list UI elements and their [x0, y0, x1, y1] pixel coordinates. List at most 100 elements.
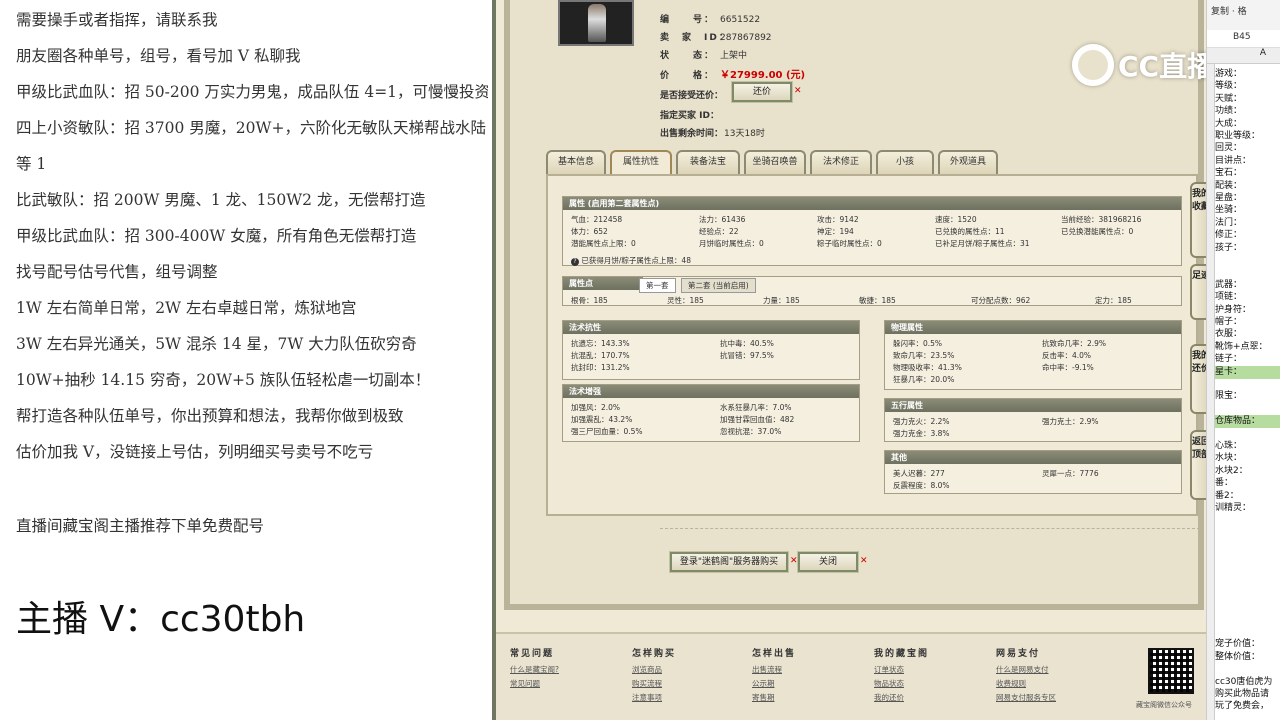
- spell-boost-box: 法术增强 加强风：2.0% 水系狂暴几率：7.0% 加强震乱：43.2% 加强甘霖回血…: [562, 384, 860, 442]
- bargain-button[interactable]: 还价: [732, 82, 792, 102]
- sheet-cell[interactable]: [1215, 527, 1280, 540]
- five-value: 强力克火：2.2%: [893, 417, 950, 426]
- sheet-cell[interactable]: 回灵：: [1215, 142, 1280, 155]
- sheet-cell[interactable]: 心珠：: [1215, 440, 1280, 453]
- footer-link[interactable]: 什么是网易支付: [996, 664, 1056, 675]
- sheet-cell[interactable]: 限宝：: [1215, 390, 1280, 403]
- sheet-cell[interactable]: 星卡：: [1215, 365, 1280, 379]
- footer-link[interactable]: 收费规则: [996, 678, 1056, 689]
- footer-link[interactable]: 常见问题: [510, 678, 559, 689]
- name-box[interactable]: B45: [1207, 30, 1280, 48]
- sheet-cell[interactable]: 番：: [1215, 477, 1280, 490]
- sheet-cell[interactable]: 宝石：: [1215, 167, 1280, 180]
- tab-spell-mods[interactable]: 法术修正: [810, 150, 872, 174]
- sheet-cell[interactable]: [1215, 626, 1280, 639]
- footer-link[interactable]: 出售流程: [752, 664, 796, 675]
- tab-appearance[interactable]: 外观道具: [938, 150, 998, 174]
- sheet-cell[interactable]: 武器：: [1215, 279, 1280, 292]
- five-value: 强力克金：3.8%: [893, 429, 950, 438]
- sheet-cell[interactable]: 宠子价值：: [1215, 638, 1280, 651]
- sheet-cell[interactable]: [1215, 576, 1280, 589]
- sheet-cell[interactable]: 链子：: [1215, 353, 1280, 366]
- footer-column-title: 我的藏宝阁: [874, 649, 930, 659]
- footer-link[interactable]: 购买流程: [632, 678, 676, 689]
- sheet-cell[interactable]: 孩子：: [1215, 242, 1280, 255]
- tab-attributes[interactable]: 属性抗性: [610, 150, 672, 174]
- sheet-cell[interactable]: 靴饰+点翠：: [1215, 341, 1280, 354]
- sheet-cell[interactable]: [1215, 514, 1280, 527]
- sheet-toolbar[interactable]: 复制 · 格: [1207, 0, 1280, 30]
- sheet-cell[interactable]: cc30唐伯虎为: [1215, 676, 1280, 689]
- status-row: 状 态： 上架中: [660, 51, 748, 61]
- sheet-cell[interactable]: 玩了免费会，: [1215, 700, 1280, 713]
- login-purchase-button[interactable]: 登录"迷鹤阁"服务器购买: [670, 552, 788, 572]
- points-tab-2[interactable]: 第二套 (当前启用): [681, 278, 756, 293]
- points-tab-1[interactable]: 第一套: [639, 278, 676, 293]
- sheet-cell[interactable]: 番2：: [1215, 490, 1280, 503]
- five-elements-box: 五行属性 强力克火：2.2% 强力克土：2.9% 强力克金：3.8%: [884, 398, 1182, 442]
- sheet-cell[interactable]: [1215, 254, 1280, 267]
- sheet-cell[interactable]: [1215, 539, 1280, 552]
- spell-boost-value: 水系狂暴几率：7.0%: [720, 403, 792, 412]
- sheet-cell[interactable]: 大成：: [1215, 118, 1280, 131]
- sheet-cell[interactable]: 整体价值：: [1215, 651, 1280, 664]
- announcement-line: 估价加我 V，没链接上号估，列明细买号卖号不吃亏: [16, 443, 374, 461]
- footer-column-title: 常见问题: [510, 649, 555, 659]
- sheet-cell[interactable]: 法门：: [1215, 217, 1280, 230]
- sheet-cell[interactable]: 星盘：: [1215, 192, 1280, 205]
- sheet-cell[interactable]: 仓库物品：: [1215, 415, 1280, 429]
- sheet-cell[interactable]: 等级：: [1215, 80, 1280, 93]
- sheet-cell[interactable]: 目讲点：: [1215, 155, 1280, 168]
- sheet-cell[interactable]: 天赋：: [1215, 93, 1280, 106]
- sheet-cell[interactable]: 购买此物品请: [1215, 688, 1280, 701]
- tab-equipment[interactable]: 装备法宝: [676, 150, 740, 174]
- sheet-cell[interactable]: 功绩：: [1215, 105, 1280, 118]
- attribute-value: 体力：652: [571, 227, 608, 236]
- footer-link[interactable]: 注意事项: [632, 692, 676, 703]
- sheet-cell[interactable]: [1215, 614, 1280, 627]
- footer-link[interactable]: 公示期: [752, 678, 796, 689]
- footer-link[interactable]: 订单状态: [874, 664, 929, 675]
- tab-mounts-pets[interactable]: 坐骑召唤兽: [744, 150, 806, 174]
- sheet-cell[interactable]: 配装：: [1215, 180, 1280, 193]
- sheet-cell[interactable]: [1215, 428, 1280, 441]
- sheet-cell[interactable]: 水块2：: [1215, 465, 1280, 478]
- sheet-cell[interactable]: [1215, 564, 1280, 577]
- sheet-cell[interactable]: [1215, 266, 1280, 279]
- sheet-cell[interactable]: 职业等级：: [1215, 130, 1280, 143]
- footer-link[interactable]: 寄售期: [752, 692, 796, 703]
- sheet-cell[interactable]: [1215, 552, 1280, 565]
- close-button[interactable]: 关闭: [798, 552, 858, 572]
- attribute-value: 已兑换潜能属性点：0: [1061, 227, 1134, 236]
- footer-link[interactable]: 浏览商品: [632, 664, 676, 675]
- sheet-cell[interactable]: [1215, 378, 1280, 391]
- sheet-cell[interactable]: 衣服：: [1215, 328, 1280, 341]
- sheet-cell[interactable]: 护身符：: [1215, 304, 1280, 317]
- footer-column-title: 网易支付: [996, 649, 1041, 659]
- sheet-cell[interactable]: 游戏：: [1215, 68, 1280, 81]
- sheet-cell[interactable]: [1215, 589, 1280, 602]
- sheet-cell[interactable]: 坐骑：: [1215, 204, 1280, 217]
- sheet-cell[interactable]: [1215, 403, 1280, 416]
- sheet-cell[interactable]: 修正：: [1215, 229, 1280, 242]
- tab-basic-info[interactable]: 基本信息: [546, 150, 606, 174]
- sheet-cell[interactable]: 项链：: [1215, 291, 1280, 304]
- remain-time-row: 出售剩余时间：13天18时: [660, 129, 765, 139]
- announcement-line: 10W+抽秒 14.15 穷奇，20W+5 族队伍轻松虐一切副本！: [16, 371, 431, 389]
- footer-link[interactable]: 物品状态: [874, 678, 929, 689]
- physical-value: 反击率：4.0%: [1042, 351, 1092, 360]
- column-header-a[interactable]: A: [1207, 48, 1280, 64]
- sheet-cell[interactable]: [1215, 601, 1280, 614]
- points-value: 敏捷：185: [859, 296, 896, 305]
- footer-link[interactable]: 网易支付服务专区: [996, 692, 1056, 703]
- footer-column: 怎样出售 出售流程 公示期 寄售期: [752, 646, 796, 706]
- footer-link[interactable]: 我的还价: [874, 692, 929, 703]
- sheet-cell[interactable]: [1215, 663, 1280, 676]
- sheet-cell[interactable]: 帽子：: [1215, 316, 1280, 329]
- sheet-cell[interactable]: 训精灵：: [1215, 502, 1280, 515]
- sheet-cell[interactable]: 水块：: [1215, 452, 1280, 465]
- attribute-value: 攻击：9142: [817, 215, 859, 224]
- footer-link[interactable]: 什么是藏宝阁?: [510, 664, 559, 675]
- tab-children[interactable]: 小孩: [876, 150, 934, 174]
- character-portrait: [558, 0, 634, 46]
